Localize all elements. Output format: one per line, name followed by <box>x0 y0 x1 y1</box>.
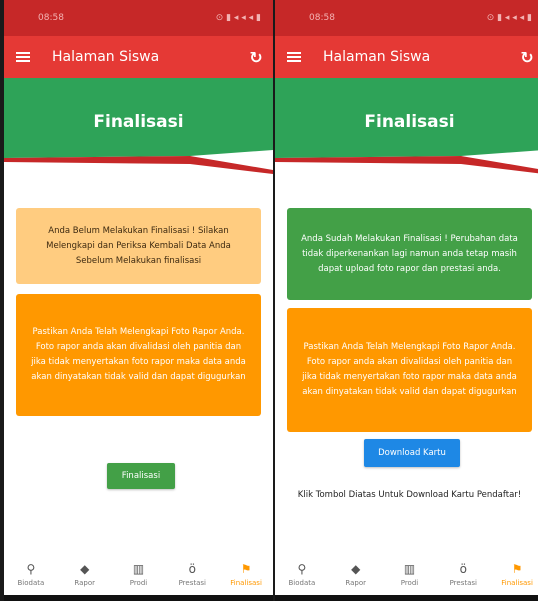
download-instruction: Klik Tombol Diatas Untuk Download Kartu … <box>297 490 522 500</box>
photo-warning-text: Pastikan Anda Telah Melengkapi Foto Rapo… <box>31 327 246 382</box>
app-bar: Halaman Siswa ↻ <box>275 36 538 78</box>
finalize-button[interactable]: Finalisasi <box>107 463 175 489</box>
refresh-icon[interactable]: ↻ <box>239 36 273 78</box>
nav-label: Rapor <box>74 578 95 587</box>
status-time: 08:58 <box>38 13 64 23</box>
nav-item-finalisasi[interactable]: ⚑ Finalisasi <box>490 553 538 595</box>
app-bar-title: Halaman Siswa <box>52 49 160 65</box>
nav-item-finalisasi[interactable]: ⚑ Finalisasi <box>219 553 273 595</box>
bottom-navigation: ⚲ Biodata ◆ Rapor ▥ Prodi ö Prestasi ⚑ F… <box>4 553 273 595</box>
photo-warning-card: Pastikan Anda Telah Melengkapi Foto Rapo… <box>287 308 532 432</box>
nav-item-rapor[interactable]: ◆ Rapor <box>329 553 383 595</box>
nav-item-prestasi[interactable]: ö Prestasi <box>436 553 490 595</box>
medal-icon: ö <box>188 561 196 576</box>
medal-icon: ö <box>459 561 467 576</box>
person-icon: ⚲ <box>26 561 36 576</box>
nav-label: Finalisasi <box>501 578 533 587</box>
finalization-status-text: Anda Sudah Melakukan Finalisasi ! Peruba… <box>301 233 518 274</box>
nav-label: Rapor <box>345 578 366 587</box>
menu-icon[interactable] <box>4 36 42 78</box>
bottom-navigation: ⚲ Biodata ◆ Rapor ▥ Prodi ö Prestasi ⚑ F… <box>275 553 538 595</box>
finalization-status-card: Anda Sudah Melakukan Finalisasi ! Peruba… <box>287 208 532 300</box>
status-icons: ⊙ ▮ ◂ ◂ ◂ ▮ <box>215 13 261 23</box>
building-icon: ▥ <box>132 561 145 576</box>
photo-warning-text: Pastikan Anda Telah Melengkapi Foto Rapo… <box>302 342 517 397</box>
nav-label: Finalisasi <box>230 578 262 587</box>
status-icons: ⊙ ▮ ◂ ◂ ◂ ▮ <box>486 13 532 23</box>
nav-item-prodi[interactable]: ▥ Prodi <box>112 553 166 595</box>
phone-screen-finalized: 08:58 ⊙ ▮ ◂ ◂ ◂ ▮ Halaman Siswa ↻ Finali… <box>275 0 538 601</box>
flag-icon: ⚑ <box>511 561 523 576</box>
status-bar: 08:58 ⊙ ▮ ◂ ◂ ◂ ▮ <box>4 0 273 36</box>
page-banner: Finalisasi <box>275 78 538 174</box>
nav-item-rapor[interactable]: ◆ Rapor <box>58 553 112 595</box>
menu-icon[interactable] <box>275 36 313 78</box>
nav-label: Prodi <box>129 578 148 587</box>
graduation-cap-icon: ◆ <box>351 561 361 576</box>
person-icon: ⚲ <box>297 561 307 576</box>
nav-label: Prestasi <box>449 578 477 587</box>
nav-item-prodi[interactable]: ▥ Prodi <box>383 553 437 595</box>
graduation-cap-icon: ◆ <box>80 561 90 576</box>
page-title: Finalisasi <box>93 112 184 132</box>
nav-label: Biodata <box>288 578 316 587</box>
screenshot-pair: 08:58 ⊙ ▮ ◂ ◂ ◂ ▮ Halaman Siswa ↻ Finali… <box>0 0 538 601</box>
page-banner: Finalisasi <box>4 78 273 174</box>
flag-icon: ⚑ <box>240 561 252 576</box>
status-time: 08:58 <box>309 13 335 23</box>
finalization-status-card: Anda Belum Melakukan Finalisasi ! Silaka… <box>16 208 261 284</box>
nav-label: Biodata <box>17 578 45 587</box>
system-nav-bar <box>275 595 538 601</box>
status-bar: 08:58 ⊙ ▮ ◂ ◂ ◂ ▮ <box>275 0 538 36</box>
app-bar-title: Halaman Siswa <box>323 49 431 65</box>
phone-screen-not-finalized: 08:58 ⊙ ▮ ◂ ◂ ◂ ▮ Halaman Siswa ↻ Finali… <box>4 0 273 601</box>
nav-item-biodata[interactable]: ⚲ Biodata <box>275 553 329 595</box>
nav-label: Prodi <box>400 578 419 587</box>
app-bar: Halaman Siswa ↻ <box>4 36 273 78</box>
photo-warning-card: Pastikan Anda Telah Melengkapi Foto Rapo… <box>16 294 261 416</box>
download-card-button[interactable]: Download Kartu <box>364 439 460 467</box>
nav-item-biodata[interactable]: ⚲ Biodata <box>4 553 58 595</box>
page-title: Finalisasi <box>364 112 455 132</box>
system-nav-bar <box>4 595 273 601</box>
building-icon: ▥ <box>403 561 416 576</box>
refresh-icon[interactable]: ↻ <box>510 36 538 78</box>
nav-label: Prestasi <box>178 578 206 587</box>
finalization-status-text: Anda Belum Melakukan Finalisasi ! Silaka… <box>46 225 231 266</box>
nav-item-prestasi[interactable]: ö Prestasi <box>165 553 219 595</box>
